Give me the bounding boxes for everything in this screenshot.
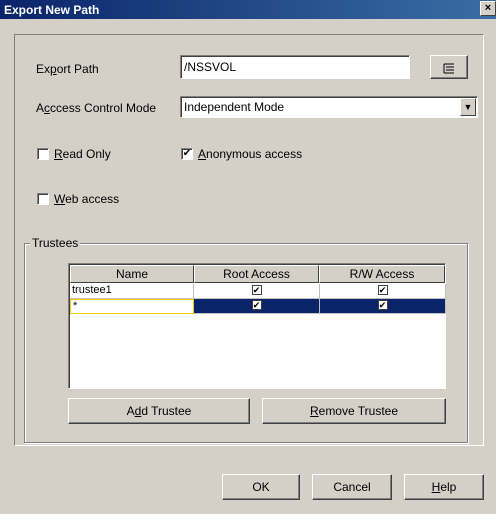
read-only-checkbox[interactable] [37,148,49,160]
trustees-table[interactable]: Name Root Access R/W Access trustee1 ✔ ✔… [68,263,446,389]
access-mode-label: Acccess Control Mode [36,101,157,115]
web-access-label: Web access [54,192,120,206]
rw-access-checkbox[interactable]: ✔ [377,300,388,311]
trustee-name-edit-cell[interactable]: * [70,299,194,314]
help-button[interactable]: Help [404,474,484,500]
root-access-cell[interactable]: ✔ [194,284,320,299]
export-path-input[interactable]: /NSSVOL [180,55,410,79]
rw-access-cell[interactable]: ✔ [320,284,446,299]
table-row[interactable]: trustee1 ✔ ✔ [70,284,446,299]
close-button[interactable]: × [480,1,496,16]
column-header-root-access[interactable]: Root Access [194,265,319,283]
access-mode-select[interactable]: Independent Mode ▼ [180,96,478,118]
column-header-rw-access[interactable]: R/W Access [319,265,445,283]
read-only-label: Read Only [54,147,111,161]
close-icon: × [484,2,492,14]
window-title: Export New Path [4,3,100,17]
root-access-checkbox[interactable]: ✔ [251,285,262,296]
ok-button[interactable]: OK [222,474,300,500]
root-access-cell[interactable]: ✔ [194,299,320,314]
dropdown-arrow-button[interactable]: ▼ [460,98,476,116]
table-row-selected[interactable]: * ✔ ✔ [70,299,446,314]
access-mode-value: Independent Mode [184,100,285,114]
browse-button[interactable] [430,55,468,79]
export-path-value: /NSSVOL [184,60,237,74]
rw-access-checkbox[interactable]: ✔ [377,285,388,296]
rw-access-cell[interactable]: ✔ [320,299,446,314]
web-access-checkbox[interactable] [37,193,49,205]
cancel-button[interactable]: Cancel [312,474,392,500]
add-trustee-button[interactable]: Add Trustee [68,398,250,424]
export-path-label: Export Path [36,62,99,76]
trustee-name-cell[interactable]: trustee1 [70,284,194,299]
remove-trustee-button[interactable]: Remove Trustee [262,398,446,424]
chevron-down-icon: ▼ [463,102,473,112]
check-icon: ✔ [182,148,192,159]
tree-browse-icon [443,63,454,74]
anonymous-access-label: Anonymous access [198,147,303,161]
anonymous-access-checkbox[interactable]: ✔ [181,148,193,160]
root-access-checkbox[interactable]: ✔ [251,300,262,311]
title-bar: Export New Path × [0,0,496,19]
column-header-name[interactable]: Name [70,265,194,283]
trustees-group-title: Trustees [30,236,81,250]
